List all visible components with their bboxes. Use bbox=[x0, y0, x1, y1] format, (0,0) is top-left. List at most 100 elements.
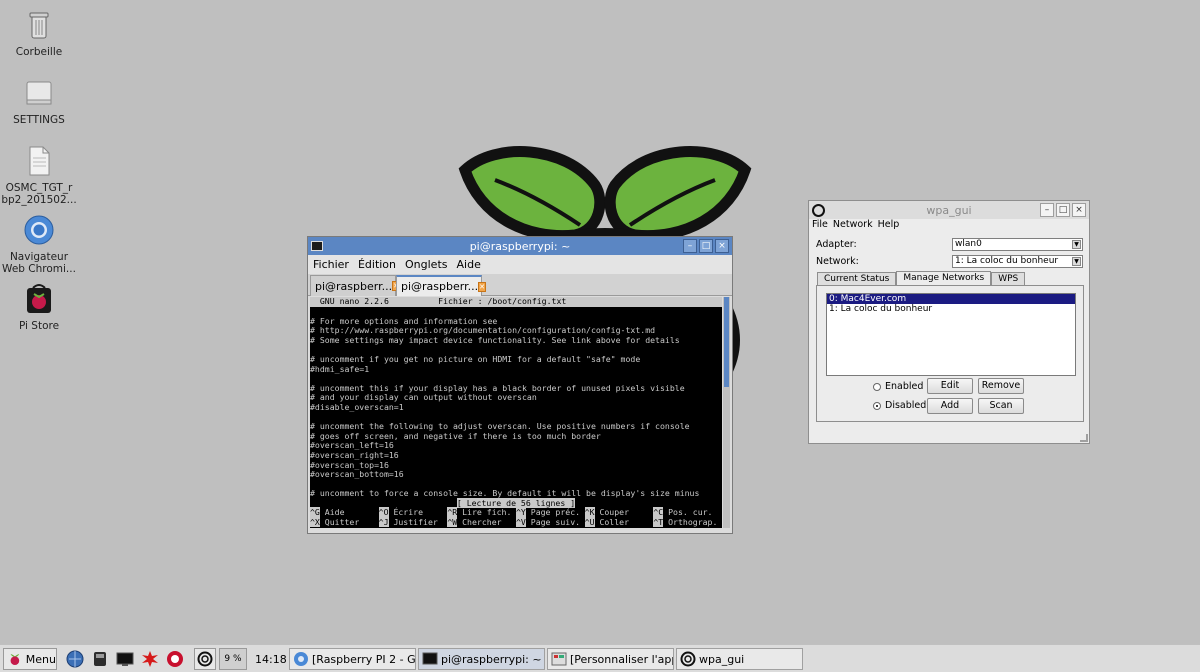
taskbar: Menu 9 % 14:18 [Raspberry PI 2 - Gee... … bbox=[0, 644, 1200, 672]
desktop-icon-trash[interactable]: Corbeille bbox=[1, 8, 77, 58]
add-button[interactable]: Add bbox=[927, 398, 973, 414]
wpa-titlebar[interactable]: wpa_gui – □ × bbox=[809, 201, 1089, 219]
nano-line: # uncomment if you get no picture on HDM… bbox=[310, 353, 641, 364]
appearance-settings-icon bbox=[551, 652, 567, 666]
minimize-button[interactable]: – bbox=[683, 239, 697, 253]
wpa-tab-bar: Current Status Manage Networks WPS bbox=[817, 271, 1026, 285]
tab-manage-networks[interactable]: Manage Networks bbox=[896, 271, 992, 285]
nano-editor[interactable]: GNU nano 2.2.6 Fichier : /boot/config.tx… bbox=[310, 297, 722, 528]
task-label: [Personnaliser l'appa... bbox=[570, 652, 673, 666]
enabled-radio[interactable]: Enabled bbox=[873, 381, 923, 392]
network-label: Network: bbox=[816, 256, 859, 267]
shortcut-label: Justifier bbox=[388, 517, 438, 528]
nano-content[interactable]: # For more options and information see # … bbox=[310, 307, 722, 499]
menu-button[interactable]: Menu bbox=[3, 648, 57, 670]
task-wpa-gui[interactable]: wpa_gui bbox=[676, 648, 803, 670]
scan-button[interactable]: Scan bbox=[978, 398, 1024, 414]
nano-shortcuts-row-2: ^X Quitter ^J Justifier ^W Chercher ^V Page… bbox=[310, 517, 722, 528]
network-list[interactable]: 0: Mac4Ever.com 1: La coloc du bonheur bbox=[826, 293, 1076, 376]
task-appearance-settings[interactable]: [Personnaliser l'appa... bbox=[547, 648, 674, 670]
tab-current-status[interactable]: Current Status bbox=[817, 272, 897, 285]
menu-fichier[interactable]: Fichier bbox=[313, 258, 349, 274]
terminal-window[interactable]: pi@raspberrypi: ~ – □ × Fichier Édition … bbox=[307, 236, 733, 534]
shortcut-key: ^K bbox=[584, 507, 595, 518]
scrollbar-thumb[interactable] bbox=[724, 297, 729, 387]
terminal-tab-2[interactable]: pi@raspberr... ✕ bbox=[396, 275, 486, 296]
shortcut-key: ^T bbox=[653, 517, 664, 528]
adapter-label: Adapter: bbox=[816, 239, 857, 250]
menu-help[interactable]: Help bbox=[878, 219, 900, 233]
nano-line: #disable_overscan=1 bbox=[310, 401, 404, 412]
chromium-icon bbox=[294, 652, 308, 666]
edit-button[interactable]: Edit bbox=[927, 378, 973, 394]
adapter-select[interactable]: wlan0 ▼ bbox=[952, 238, 1083, 251]
shortcut-key: ^O bbox=[378, 507, 389, 518]
chromium-icon bbox=[22, 213, 56, 247]
nano-line: # Some settings may impact device functi… bbox=[310, 334, 680, 345]
desktop-icon-chromium[interactable]: Navigateur Web Chromi... bbox=[1, 213, 77, 275]
shortcut-key: ^X bbox=[310, 517, 320, 528]
terminal-launcher-icon[interactable] bbox=[116, 650, 134, 668]
task-browser[interactable]: [Raspberry PI 2 - Gee... bbox=[289, 648, 416, 670]
disabled-label: Disabled bbox=[885, 400, 927, 411]
shortcut-label: Aide bbox=[319, 507, 345, 518]
clock[interactable]: 14:18 bbox=[255, 648, 287, 670]
shortcut-key: ^R bbox=[447, 507, 458, 518]
mathematica-launcher-icon[interactable] bbox=[166, 650, 184, 668]
radio-icon[interactable] bbox=[873, 401, 881, 410]
menu-onglets[interactable]: Onglets bbox=[405, 258, 447, 274]
minimize-button[interactable]: – bbox=[1040, 203, 1054, 217]
file-manager-launcher-icon[interactable] bbox=[91, 650, 109, 668]
nano-line: #hdmi_safe=1 bbox=[310, 363, 370, 374]
enabled-label: Enabled bbox=[885, 381, 924, 392]
nano-header: GNU nano 2.2.6 Fichier : /boot/config.tx… bbox=[310, 297, 722, 307]
desktop-icon-label: SETTINGS bbox=[13, 114, 65, 126]
terminal-tab-1[interactable]: pi@raspberr... ✕ bbox=[310, 275, 400, 296]
remove-button[interactable]: Remove bbox=[978, 378, 1024, 394]
task-terminal[interactable]: pi@raspberrypi: ~ bbox=[418, 648, 545, 670]
tab-wps[interactable]: WPS bbox=[991, 272, 1026, 285]
menu-network[interactable]: Network bbox=[833, 219, 873, 233]
shortcut-label: Écrire bbox=[388, 507, 424, 518]
desktop-icon-label: Corbeille bbox=[15, 46, 63, 58]
resize-grip[interactable] bbox=[1080, 434, 1088, 442]
maximize-button[interactable]: □ bbox=[1056, 203, 1070, 217]
shortcut-key: ^Y bbox=[515, 507, 526, 518]
close-button[interactable]: × bbox=[715, 239, 729, 253]
menu-aide[interactable]: Aide bbox=[457, 258, 481, 274]
wolfram-launcher-icon[interactable] bbox=[141, 650, 159, 668]
radio-icon[interactable] bbox=[873, 382, 881, 391]
menu-file[interactable]: File bbox=[812, 219, 828, 233]
network-item[interactable]: 0: Mac4Ever.com bbox=[827, 294, 1075, 304]
desktop-icon-pi-store[interactable]: Pi Store bbox=[1, 282, 77, 332]
drive-icon bbox=[22, 76, 56, 110]
desktop-icon-label: OSMC_TGT_r bp2_201502... bbox=[1, 182, 77, 206]
desktop-icon-settings[interactable]: SETTINGS bbox=[1, 76, 77, 126]
desktop-icon-osmc-file[interactable]: OSMC_TGT_r bp2_201502... bbox=[1, 144, 77, 206]
wpa-gui-window[interactable]: wpa_gui – □ × File Network Help Adapter:… bbox=[808, 200, 1090, 444]
network-item[interactable]: 1: La coloc du bonheur bbox=[827, 304, 1075, 314]
chevron-down-icon: ▼ bbox=[1072, 240, 1081, 249]
nano-shortcut: ^V Page suiv. bbox=[515, 517, 585, 528]
terminal-tab-bar: pi@raspberr... ✕ pi@raspberr... ✕ bbox=[308, 274, 732, 296]
menu-edition[interactable]: Édition bbox=[358, 258, 396, 274]
shortcut-key: ^V bbox=[515, 517, 526, 528]
close-button[interactable]: × bbox=[1072, 203, 1086, 217]
window-title: pi@raspberrypi: ~ bbox=[469, 239, 571, 253]
pi-store-icon bbox=[22, 282, 56, 316]
disabled-radio[interactable]: Disabled bbox=[873, 400, 926, 411]
terminal-scrollbar[interactable] bbox=[723, 297, 730, 528]
shortcut-key: ^U bbox=[584, 517, 595, 528]
nano-line: #overscan_bottom=16 bbox=[310, 469, 404, 480]
cpu-value: 9 % bbox=[224, 654, 242, 664]
raspberry-icon bbox=[10, 653, 20, 666]
tab-close-icon[interactable]: ✕ bbox=[478, 281, 486, 292]
terminal-icon bbox=[311, 241, 323, 251]
network-select[interactable]: 1: La coloc du bonheur ▼ bbox=[952, 255, 1083, 268]
maximize-button[interactable]: □ bbox=[699, 239, 713, 253]
task-label: wpa_gui bbox=[699, 652, 745, 666]
shortcut-key: ^C bbox=[653, 507, 664, 518]
terminal-titlebar[interactable]: pi@raspberrypi: ~ – □ × bbox=[308, 237, 732, 255]
wpa-tray-icon[interactable] bbox=[194, 648, 216, 670]
web-browser-launcher-icon[interactable] bbox=[66, 650, 84, 668]
